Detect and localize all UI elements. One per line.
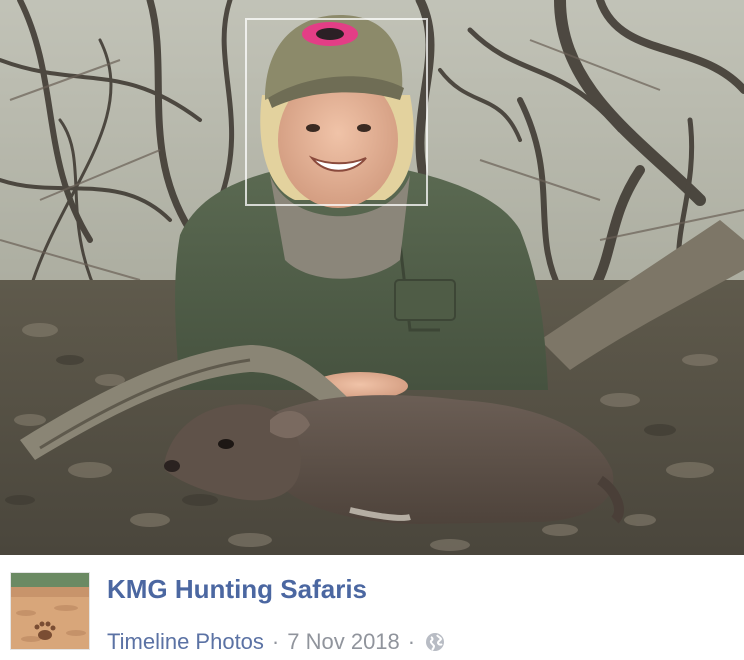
meta-separator: ·: [271, 629, 280, 654]
page-name-link[interactable]: KMG Hunting Safaris: [107, 574, 367, 605]
post-footer: KMG Hunting Safaris Timeline Photos · 7 …: [0, 555, 744, 660]
page-avatar[interactable]: [10, 572, 90, 650]
post-date-link[interactable]: 7 Nov 2018: [287, 629, 400, 655]
face-tag-box[interactable]: [245, 18, 428, 206]
meta-separator-2: ·: [407, 629, 416, 654]
post-meta: Timeline Photos · 7 Nov 2018 ·: [107, 629, 445, 655]
album-link[interactable]: Timeline Photos: [107, 629, 264, 655]
paw-print-avatar-image: [11, 573, 89, 649]
globe-icon[interactable]: [425, 632, 445, 652]
post-photo[interactable]: [0, 0, 744, 555]
